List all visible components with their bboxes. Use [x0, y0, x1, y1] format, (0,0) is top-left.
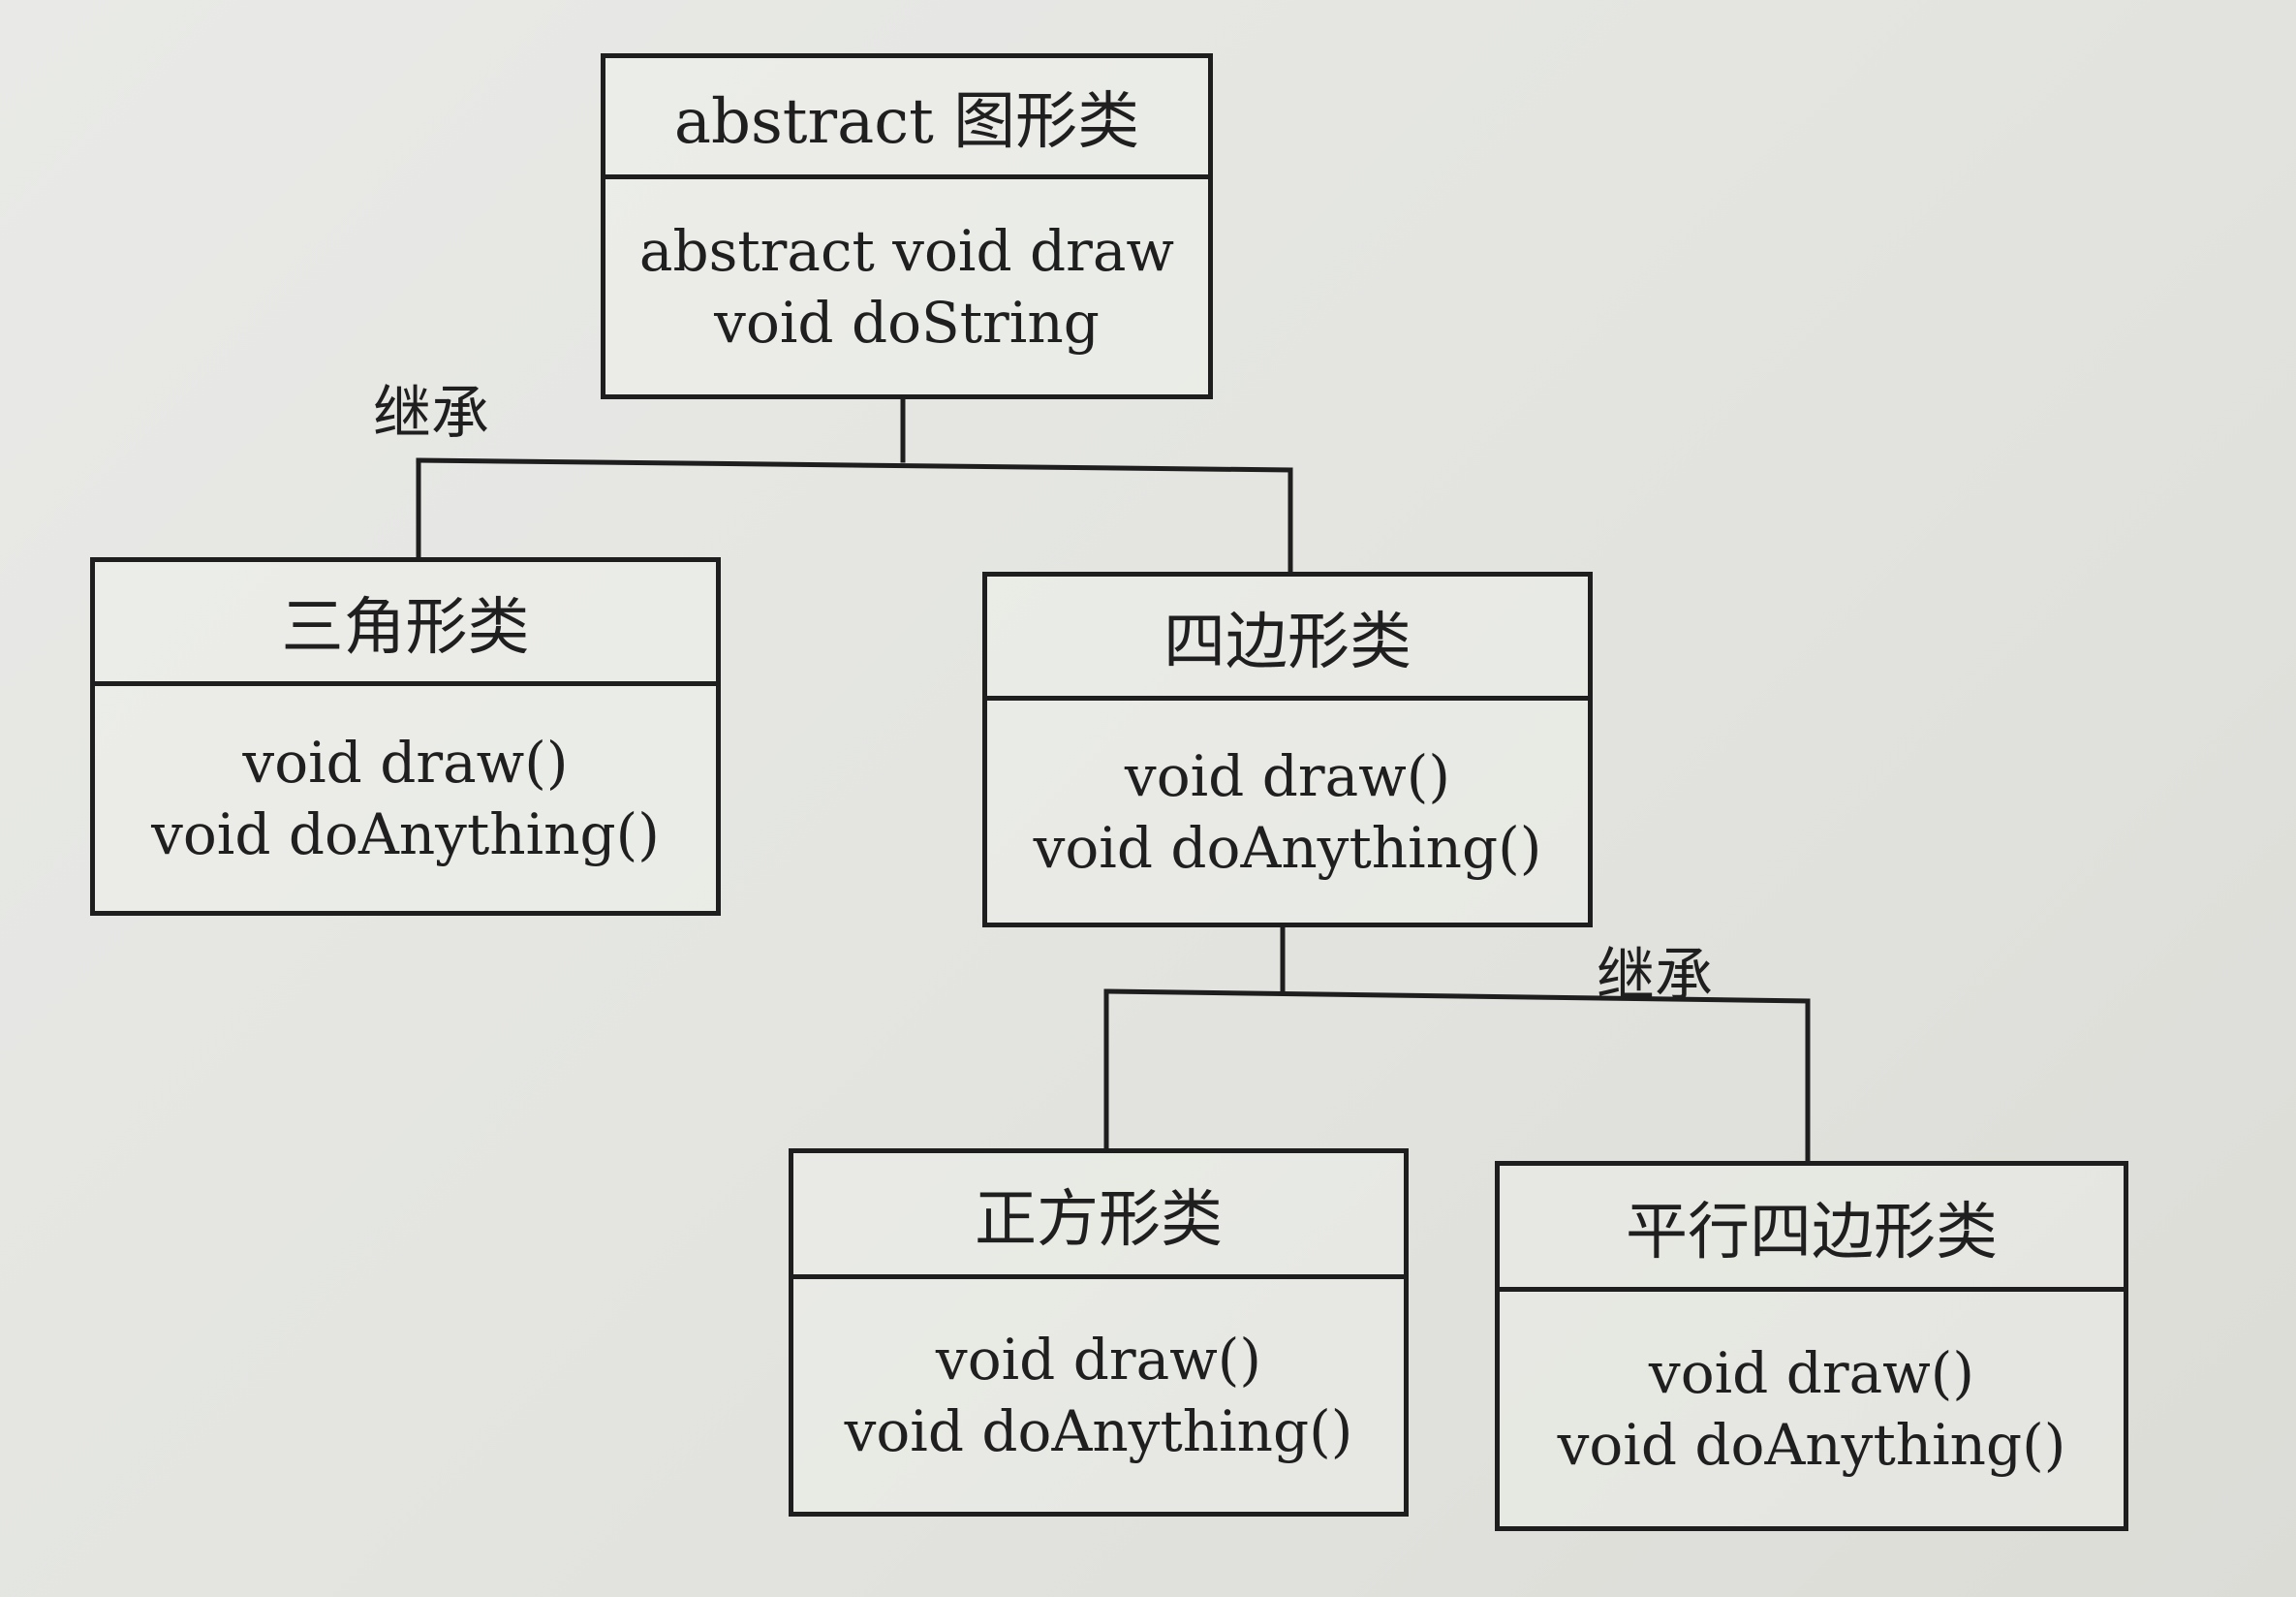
method-parallelogram-2: void doAnything() — [1557, 1412, 2066, 1478]
class-methods-square: void draw() void doAnything() — [793, 1279, 1404, 1512]
class-name-triangle: 三角形类 — [95, 562, 716, 686]
method-triangle-1: void draw() — [242, 730, 569, 796]
method-quadrilateral-2: void doAnything() — [1033, 814, 1542, 881]
method-shape-2: void doString — [714, 290, 1100, 356]
method-shape-1: abstract void draw — [638, 218, 1175, 284]
class-box-shape: abstract 图形类 abstract void draw void doS… — [601, 53, 1213, 399]
relation-label-inherit-1: 继承 — [373, 380, 489, 448]
method-square-1: void draw() — [935, 1327, 1262, 1393]
class-name-shape: abstract 图形类 — [605, 58, 1208, 179]
class-methods-shape: abstract void draw void doString — [605, 179, 1208, 394]
class-name-parallelogram: 平行四边形类 — [1500, 1166, 2124, 1292]
class-methods-triangle: void draw() void doAnything() — [95, 686, 716, 911]
class-methods-quadrilateral: void draw() void doAnything() — [987, 701, 1588, 923]
method-parallelogram-1: void draw() — [1648, 1340, 1975, 1406]
class-box-quadrilateral: 四边形类 void draw() void doAnything() — [982, 572, 1593, 927]
class-name-quadrilateral: 四边形类 — [987, 577, 1588, 701]
class-box-square: 正方形类 void draw() void doAnything() — [789, 1148, 1409, 1517]
class-diagram: abstract 图形类 abstract void draw void doS… — [0, 0, 2296, 1597]
method-square-2: void doAnything() — [844, 1398, 1353, 1464]
class-name-square: 正方形类 — [793, 1153, 1404, 1279]
class-box-parallelogram: 平行四边形类 void draw() void doAnything() — [1495, 1161, 2128, 1531]
method-triangle-2: void doAnything() — [151, 801, 660, 867]
connector-shape-bar — [416, 457, 1293, 473]
relation-label-inherit-2: 继承 — [1597, 942, 1713, 1010]
class-methods-parallelogram: void draw() void doAnything() — [1500, 1292, 2124, 1526]
method-quadrilateral-1: void draw() — [1124, 742, 1451, 809]
class-box-triangle: 三角形类 void draw() void doAnything() — [90, 557, 721, 916]
